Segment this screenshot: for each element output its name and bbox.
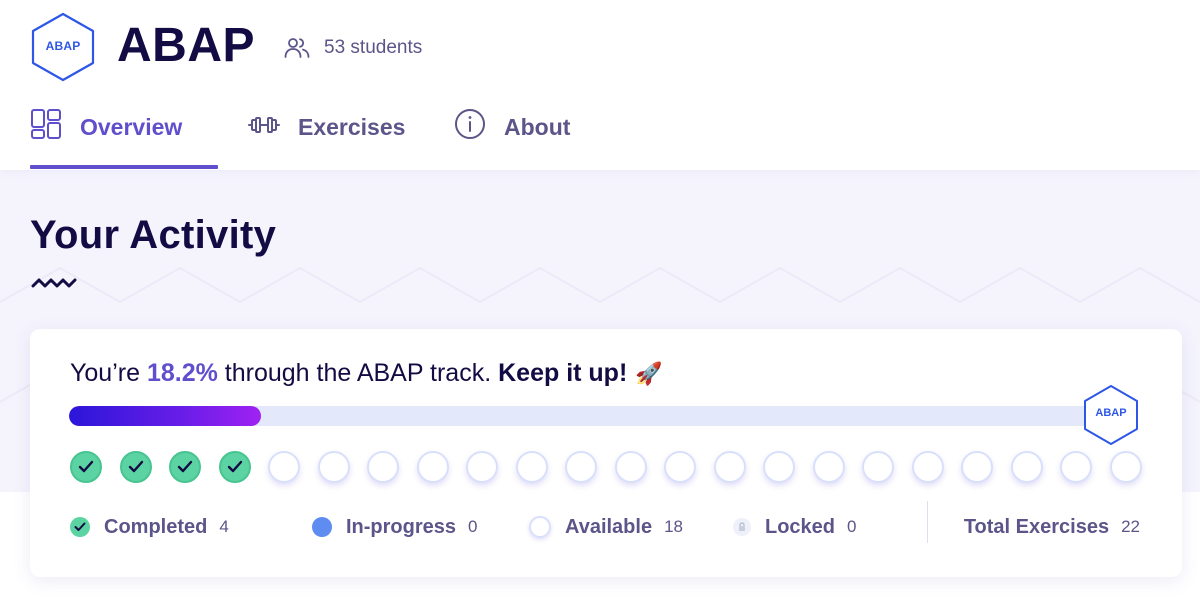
legend-in-progress-count: 0 — [468, 517, 478, 536]
legend-total-count: 22 — [1121, 517, 1140, 536]
lock-icon — [733, 518, 751, 536]
legend-divider — [927, 501, 928, 543]
tab-about[interactable]: About — [454, 104, 570, 150]
legend-in-progress-label: In-progress — [346, 515, 457, 538]
exercise-dot-available[interactable] — [466, 451, 498, 483]
progress-middle: through the ABAP track. — [224, 359, 492, 387]
tab-exercises-label: Exercises — [298, 113, 406, 140]
rocket-icon: 🚀 — [635, 360, 663, 386]
progress-emphasis: Keep it up! — [498, 359, 628, 387]
exercise-dot-available[interactable] — [813, 451, 845, 483]
progress-prefix: You’re — [70, 359, 140, 387]
exercise-dot-available[interactable] — [961, 451, 993, 483]
legend-available-label: Available — [565, 515, 653, 538]
exercise-dot-available[interactable] — [862, 451, 894, 483]
completed-check-icon — [70, 517, 90, 537]
exercise-dot-available[interactable] — [268, 451, 300, 483]
legend-locked-count: 0 — [847, 517, 857, 536]
students-label: 53 students — [324, 37, 423, 58]
check-icon — [227, 460, 243, 473]
exercise-dot-available[interactable] — [1011, 451, 1043, 483]
exercise-dot-available[interactable] — [516, 451, 548, 483]
progress-summary: You’re 18.2% through the ABAP track. Kee… — [70, 359, 663, 388]
legend-available: Available 18 — [529, 515, 683, 539]
track-badge-text: ABAP — [1095, 407, 1127, 419]
progress-percent: 18.2% — [146, 359, 218, 387]
legend: Completed 4 In-progress 0 Available 18 L… — [70, 501, 1140, 543]
legend-total: Total Exercises 22 — [964, 515, 1140, 539]
info-icon — [454, 108, 486, 146]
progress-bar — [69, 406, 1125, 426]
exercise-dot-available[interactable] — [565, 451, 597, 483]
legend-in-progress: In-progress 0 — [312, 515, 478, 539]
dumbbell-icon — [248, 114, 280, 141]
legend-completed-count: 4 — [219, 517, 229, 536]
legend-available-count: 18 — [664, 517, 684, 536]
tab-about-label: About — [504, 113, 571, 140]
legend-total-label: Total Exercises — [963, 515, 1110, 538]
exercise-dot-available[interactable] — [367, 451, 399, 483]
track-header: ABAP ABAP 53 students Overview Exercises… — [0, 0, 1200, 170]
exercise-dot-available[interactable] — [664, 451, 696, 483]
exercise-dot-available[interactable] — [912, 451, 944, 483]
track-tabs: Overview Exercises About — [30, 104, 570, 170]
exercise-dot-completed[interactable] — [219, 451, 251, 483]
squiggle-decoration — [31, 278, 77, 288]
exercise-dot-available[interactable] — [318, 451, 350, 483]
exercise-dot-available[interactable] — [417, 451, 449, 483]
exercise-dot-available[interactable] — [714, 451, 746, 483]
tab-overview-label: Overview — [80, 113, 183, 140]
check-icon — [128, 460, 144, 473]
overview-grid-icon — [30, 108, 62, 146]
check-icon — [78, 460, 94, 473]
tab-overview[interactable]: Overview — [30, 104, 218, 169]
exercise-dot-available[interactable] — [1110, 451, 1142, 483]
legend-completed-label: Completed — [104, 515, 208, 538]
legend-locked-label: Locked — [765, 515, 836, 538]
available-dot-icon — [529, 516, 551, 538]
exercise-dot-completed[interactable] — [120, 451, 152, 483]
section-title: Your Activity — [30, 213, 277, 257]
in-progress-dot-icon — [312, 517, 332, 537]
legend-locked: Locked 0 — [733, 515, 857, 539]
track-logo: ABAP — [30, 12, 96, 82]
exercise-dot-completed[interactable] — [169, 451, 201, 483]
students-count: 53 students — [284, 36, 422, 60]
people-icon — [284, 37, 310, 59]
tab-exercises[interactable]: Exercises — [248, 104, 454, 150]
track-badge: ABAP — [1082, 384, 1140, 446]
exercise-dot-completed[interactable] — [70, 451, 102, 483]
exercise-dot-available[interactable] — [615, 451, 647, 483]
track-title: ABAP — [117, 19, 256, 72]
activity-card: You’re 18.2% through the ABAP track. Kee… — [30, 329, 1182, 577]
track-logo-text: ABAP — [45, 39, 81, 53]
check-icon — [177, 460, 193, 473]
legend-completed: Completed 4 — [70, 515, 229, 539]
exercise-dot-available[interactable] — [763, 451, 795, 483]
exercise-dot-available[interactable] — [1060, 451, 1092, 483]
progress-bar-fill — [69, 406, 262, 426]
